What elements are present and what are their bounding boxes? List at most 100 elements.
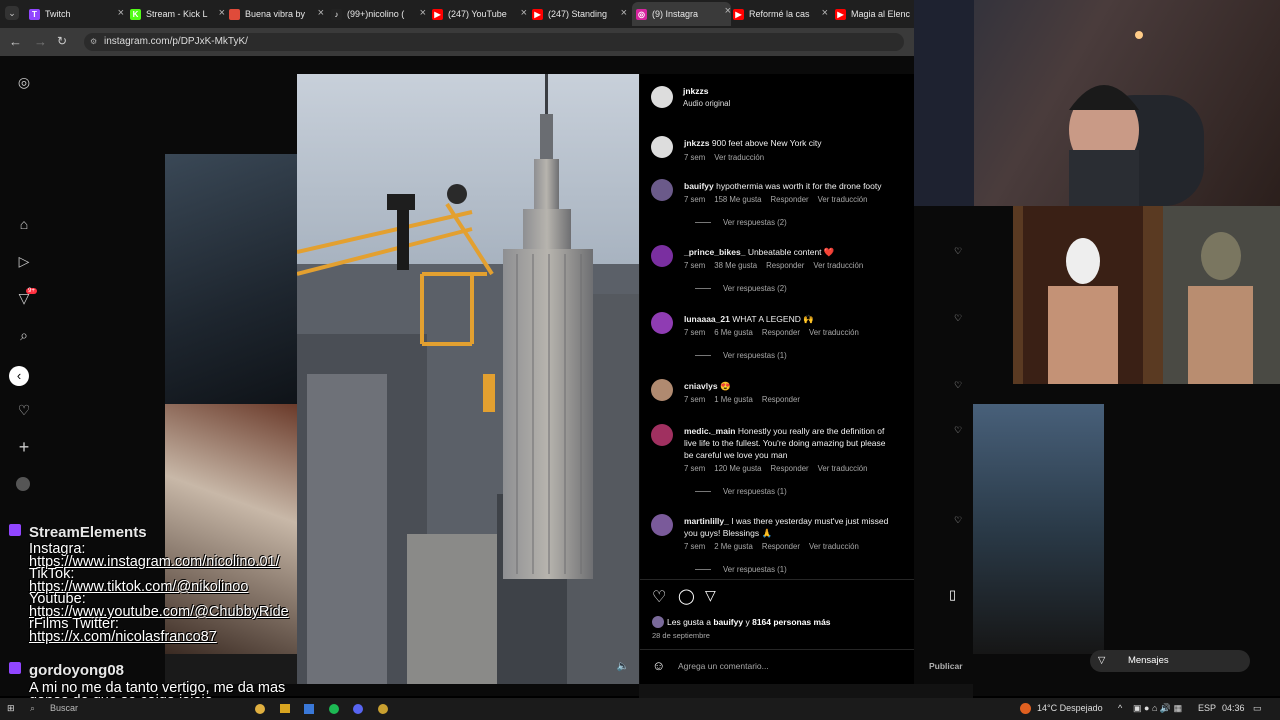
- taskbar-search[interactable]: Buscar: [50, 703, 78, 713]
- reload-icon[interactable]: ↻: [57, 34, 67, 48]
- tab-close-icon[interactable]: ×: [118, 7, 124, 19]
- tray-icons[interactable]: ▣ ● ⌂ 🔊 ▦: [1133, 703, 1182, 714]
- like-icon[interactable]: ♡: [652, 587, 666, 607]
- browser-tab[interactable]: ▶ Reformé la cas ×: [733, 4, 828, 24]
- caption-username[interactable]: jnkzzs: [684, 138, 710, 148]
- save-bookmark-icon[interactable]: ▯: [949, 587, 956, 603]
- tab-list-chevron-icon[interactable]: ⌄: [5, 6, 19, 20]
- caption-avatar[interactable]: [651, 136, 673, 158]
- profile-avatar-icon[interactable]: [16, 477, 30, 491]
- comment-like-icon[interactable]: ♡: [954, 313, 962, 324]
- comment-username[interactable]: cniavlys: [684, 381, 718, 391]
- translate-link[interactable]: Ver traducción: [818, 195, 868, 204]
- caption-translate-link[interactable]: Ver traducción: [714, 153, 764, 162]
- translate-link[interactable]: Ver traducción: [809, 542, 859, 551]
- weather-icon[interactable]: [1020, 703, 1031, 714]
- audio-label[interactable]: Audio original: [683, 99, 730, 108]
- comment-like-icon[interactable]: ♡: [954, 425, 962, 436]
- emoji-icon[interactable]: ☺: [652, 658, 665, 673]
- comment-like-icon[interactable]: ♡: [954, 246, 962, 257]
- comment-likes[interactable]: 158 Me gusta: [714, 195, 761, 204]
- reply-link[interactable]: Responder: [762, 395, 800, 404]
- author-avatar[interactable]: [651, 86, 673, 108]
- tray-chevron-icon[interactable]: ^: [1118, 703, 1122, 713]
- forward-icon[interactable]: →: [34, 34, 47, 49]
- mute-icon[interactable]: 🔈: [617, 661, 629, 672]
- explorer-taskbar-icon[interactable]: [280, 704, 290, 713]
- browser-tab[interactable]: ♪ (99+)nicolino (×: [331, 4, 426, 24]
- likes-others[interactable]: 8164 personas más: [752, 617, 830, 627]
- share-icon[interactable]: ▽: [705, 587, 716, 604]
- translate-link[interactable]: Ver traducción: [813, 261, 863, 270]
- comment-likes[interactable]: 120 Me gusta: [714, 464, 761, 473]
- browser-tab[interactable]: ▶ (247) YouTube ×: [432, 4, 527, 24]
- comment-like-icon[interactable]: ♡: [954, 380, 962, 391]
- comment-username[interactable]: lunaaaa_21: [684, 314, 730, 324]
- windows-start-icon[interactable]: ⊞: [7, 703, 15, 714]
- author-username[interactable]: jnkzzs: [683, 86, 709, 96]
- chat-link[interactable]: https://x.com/nicolasfranco87: [29, 630, 217, 644]
- reply-link[interactable]: Responder: [766, 261, 804, 270]
- commenter-avatar[interactable]: [651, 379, 673, 401]
- address-bar[interactable]: ⚙ instagram.com/p/DPJxK-MkTyK/: [84, 33, 904, 51]
- spotify-taskbar-icon[interactable]: [329, 704, 339, 714]
- chrome-taskbar-icon[interactable]: [255, 704, 265, 714]
- likes-user[interactable]: bauifyy: [713, 617, 743, 627]
- post-image[interactable]: 🔈: [297, 74, 639, 684]
- commenter-avatar[interactable]: [651, 245, 673, 267]
- obs-taskbar-icon[interactable]: [378, 704, 388, 714]
- browser-tab[interactable]: K Stream - Kick L ×: [130, 4, 225, 24]
- tab-close-icon[interactable]: ×: [318, 7, 324, 19]
- browser-tab[interactable]: ▶ (247) Standing ×: [532, 4, 627, 24]
- tab-close-icon[interactable]: ×: [725, 5, 731, 17]
- tab-close-icon[interactable]: ×: [822, 7, 828, 19]
- comment-likes[interactable]: 1 Me gusta: [714, 395, 753, 404]
- commenter-avatar[interactable]: [651, 514, 673, 536]
- likes-summary[interactable]: Les gusta a bauifyy y 8164 personas más: [667, 617, 831, 627]
- tab-close-icon[interactable]: ×: [219, 7, 225, 19]
- publish-button[interactable]: Publicar: [929, 661, 963, 671]
- notifications-icon[interactable]: ▭: [1253, 703, 1262, 714]
- view-replies-link[interactable]: Ver respuestas (1): [695, 487, 787, 496]
- view-replies-link[interactable]: Ver respuestas (2): [695, 218, 787, 227]
- comment-like-icon[interactable]: ♡: [954, 515, 962, 526]
- comment-icon[interactable]: ◯: [678, 587, 695, 605]
- taskbar-search-icon[interactable]: ⌕: [30, 703, 35, 714]
- reels-icon[interactable]: ▷: [16, 253, 32, 269]
- comment-input[interactable]: Agrega un comentario...: [678, 661, 769, 671]
- comment-username[interactable]: bauifyy: [684, 181, 714, 191]
- notifications-heart-icon[interactable]: ♡: [16, 402, 32, 418]
- back-icon[interactable]: ←: [9, 34, 22, 49]
- reply-link[interactable]: Responder: [762, 542, 800, 551]
- create-icon[interactable]: +: [16, 438, 32, 456]
- view-replies-link[interactable]: Ver respuestas (1): [695, 565, 787, 574]
- instagram-logo-icon[interactable]: ◎: [16, 74, 32, 90]
- clock[interactable]: 04:36: [1222, 703, 1245, 713]
- browser-tab[interactable]: Buena vibra by ×: [229, 4, 324, 24]
- comment-username[interactable]: martinlilly_: [684, 516, 729, 526]
- home-icon[interactable]: ⌂: [16, 216, 32, 232]
- translate-link[interactable]: Ver traducción: [809, 328, 859, 337]
- tab-close-icon[interactable]: ×: [621, 7, 627, 19]
- commenter-avatar[interactable]: [651, 312, 673, 334]
- reply-link[interactable]: Responder: [770, 195, 808, 204]
- commenter-avatar[interactable]: [651, 179, 673, 201]
- browser-tab[interactable]: ◎ (9) Instagra ×: [632, 2, 731, 26]
- weather-text[interactable]: 14°C Despejado: [1037, 703, 1103, 713]
- carousel-prev-button[interactable]: ‹: [9, 366, 29, 386]
- tab-close-icon[interactable]: ×: [521, 7, 527, 19]
- reply-link[interactable]: Responder: [770, 464, 808, 473]
- site-info-icon[interactable]: ⚙: [90, 33, 97, 51]
- language-indicator[interactable]: ESP: [1198, 703, 1216, 713]
- browser-tab[interactable]: T Twitch ×: [29, 4, 124, 24]
- tab-close-icon[interactable]: ×: [420, 7, 426, 19]
- view-replies-link[interactable]: Ver respuestas (1): [695, 351, 787, 360]
- comment-likes[interactable]: 38 Me gusta: [714, 261, 757, 270]
- comment-username[interactable]: medic._main: [684, 426, 736, 436]
- translate-link[interactable]: Ver traducción: [818, 464, 868, 473]
- commenter-avatar[interactable]: [651, 424, 673, 446]
- reply-link[interactable]: Responder: [762, 328, 800, 337]
- comment-username[interactable]: _prince_bikes_: [684, 247, 745, 257]
- messages-button[interactable]: ▽ Mensajes: [1090, 650, 1250, 672]
- search-icon[interactable]: ⌕: [16, 327, 32, 343]
